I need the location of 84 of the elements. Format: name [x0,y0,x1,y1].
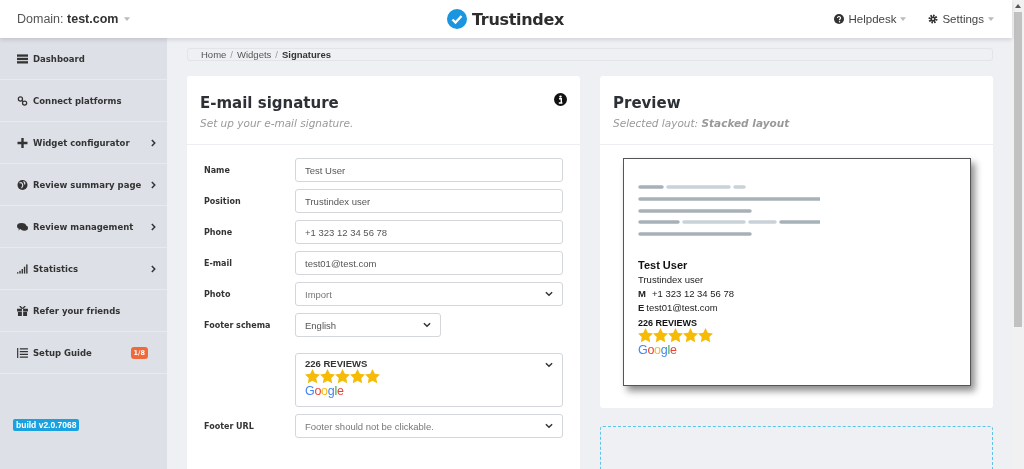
footer-select[interactable]: 226 REVIEWS Google [295,353,563,407]
google-logo: Google [638,343,677,357]
bar-chart-icon [17,263,28,274]
breadcrumb-current: Signatures [281,49,332,60]
card-title: Preview [613,94,682,112]
plus-icon [17,137,28,148]
field-label: Footer schema [204,320,272,330]
email-label: E [638,302,645,313]
star-icon [335,369,350,384]
sidebar-label: Statistics [33,263,80,274]
card-title: E-mail signature [200,94,340,112]
breadcrumb-separator: / [275,49,278,60]
field-label: Position [204,196,242,206]
breadcrumb-link[interactable]: Widgets [237,49,272,60]
globe-icon [17,179,28,190]
sidebar-item[interactable]: Refer your friends [0,290,167,332]
check-circle-icon [446,9,467,29]
select-field[interactable]: Import [295,282,563,306]
field-label: Footer URL [204,421,255,431]
sidebar-item[interactable]: Connect platforms [0,80,167,122]
signature-phone: +1 323 12 34 56 78 [651,288,735,299]
gift-icon [17,305,28,316]
sidebar-label: Widget configurator [33,137,131,148]
card-subtitle: Set up your e-mail signature. [200,117,354,129]
review-count: 226 REVIEWS [638,318,698,328]
caret-icon [988,17,994,21]
field-label: Photo [204,289,232,299]
star-icon [653,328,668,343]
logo-text: Trustindex [471,9,565,29]
header-link[interactable]: Settings [942,13,984,25]
text-field[interactable]: +1 323 12 34 56 78 [295,220,563,244]
star-icon [350,369,365,384]
select-field[interactable]: English [295,313,441,337]
info-icon[interactable] [554,93,567,106]
star-icon [320,369,335,384]
sidebar-label: Dashboard [33,53,86,64]
signature-email: test01@test.com [646,302,718,313]
sidebar-item[interactable]: Dashboard [0,38,167,80]
sidebar-label: Review management [33,221,135,232]
chevron-down-icon [423,322,431,328]
scroll-up-icon[interactable] [1015,4,1021,8]
sidebar-label: Connect platforms [33,95,123,106]
chevron-down-icon [545,291,553,297]
field-label: Name [204,165,231,175]
domain-selector[interactable]: Domain: test.com [17,12,119,26]
select-field[interactable]: Footer should not be clickable. [295,414,563,438]
google-logo: Google [305,384,345,398]
dashboard-icon [17,53,28,64]
signature-position: Trustindex user [638,273,704,287]
star-icon [638,328,653,343]
list-icon [17,347,28,358]
field-label: E-mail [204,258,233,268]
star-icon [305,369,320,384]
chat-icon [17,221,28,232]
text-field[interactable]: Trustindex user [295,189,563,213]
signature-name: Test User [638,259,688,271]
star-icon [683,328,698,343]
star-icon [668,328,683,343]
text-field[interactable]: Test User [295,158,563,182]
build-badge: build v2.0.7068 [13,419,80,431]
caret-icon [900,17,907,21]
text-field[interactable]: test01@test.com [295,251,563,275]
star-icon [698,328,713,343]
chevron-down-icon [545,362,553,368]
breadcrumb-link[interactable]: Home [201,49,227,60]
caret-icon [124,17,131,21]
link-icon [17,95,28,106]
sidebar-item[interactable]: Widget configurator [0,122,167,164]
header-link[interactable]: Helpdesk [848,13,897,25]
chevron-down-icon [545,423,553,429]
sidebar-item[interactable]: Review summary page [0,164,167,206]
star-icon [365,369,380,384]
sidebar-label: Setup Guide [33,347,93,358]
phone-label: M [638,288,646,299]
help-icon [834,14,845,24]
field-label: Phone [204,227,234,237]
settings-icon [928,14,939,24]
sidebar-label: Refer your friends [33,305,122,316]
breadcrumb-separator: / [230,49,233,60]
card-subtitle: Selected layout: Stacked layout [613,117,790,129]
sidebar-label: Review summary page [33,179,143,190]
review-count: 226 REVIEWS [305,358,369,369]
sidebar-item[interactable]: Review management [0,206,167,248]
sidebar-item[interactable]: Statistics [0,248,167,290]
